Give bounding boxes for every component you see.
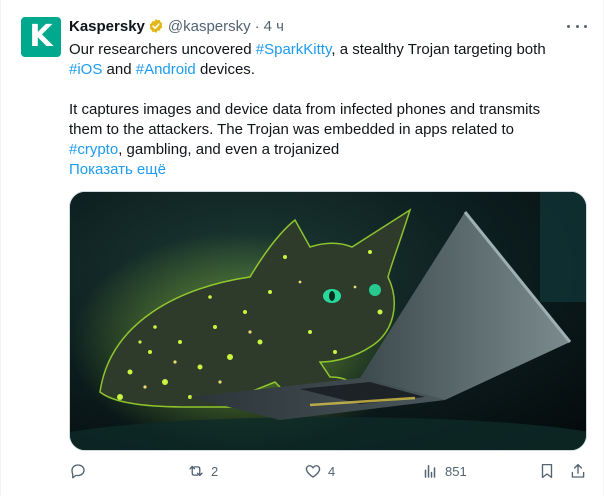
like-count: 4 <box>328 463 336 479</box>
bookmark-button[interactable] <box>538 462 556 480</box>
like-button[interactable]: 4 <box>304 462 335 480</box>
reply-icon <box>71 464 85 479</box>
text-line: them to the attackers. The Trojan was em… <box>69 121 514 138</box>
action-bar: 2 4 851 <box>1 462 604 482</box>
views-button[interactable]: 851 <box>421 462 467 480</box>
hashtag-sparkkitty[interactable]: #SparkKitty <box>256 41 332 58</box>
bookmark-icon <box>541 463 553 479</box>
avatar-letter: K <box>29 18 53 54</box>
text-line: Our researchers uncovered #SparkKitty, a… <box>69 40 589 60</box>
tweet-header: Kaspersky @kaspersky · 4 ч <box>69 15 284 37</box>
hashtag-android[interactable]: #Android <box>136 61 196 78</box>
post-image[interactable] <box>69 191 587 451</box>
hashtag-ios[interactable]: #iOS <box>69 61 102 78</box>
show-more-link[interactable]: Показать ещё <box>69 160 589 180</box>
heart-icon <box>305 465 321 478</box>
glowing-cat-on-laptop-image <box>70 192 586 450</box>
account-handle[interactable]: @kaspersky <box>168 18 251 35</box>
more-options-icon[interactable] <box>567 18 587 34</box>
text-segment: and <box>102 61 136 78</box>
separator-dot: · <box>254 17 260 35</box>
text-line: It captures images and device data from … <box>69 101 541 118</box>
text-segment: , a stealthy Trojan targeting both <box>331 41 546 58</box>
views-count: 851 <box>445 463 467 479</box>
text-segment: Our researchers uncovered <box>69 41 256 58</box>
text-line: #crypto, gambling, and even a trojanized <box>69 140 589 160</box>
text-line: #iOS and #Android devices. <box>69 60 589 80</box>
avatar[interactable]: K <box>21 17 61 57</box>
share-icon <box>571 463 585 478</box>
retweet-count: 2 <box>211 463 219 479</box>
verified-badge-icon <box>149 19 163 33</box>
reply-button[interactable] <box>69 462 93 480</box>
text-segment: , gambling, and even a trojanized <box>118 141 340 158</box>
post-text: Our researchers uncovered #SparkKitty, a… <box>69 40 589 180</box>
account-name[interactable]: Kaspersky <box>69 18 145 35</box>
text-segment: devices. <box>195 61 255 78</box>
tweet-card[interactable]: K Kaspersky @kaspersky · 4 ч Our researc… <box>0 0 604 496</box>
views-chart-icon <box>424 465 436 478</box>
retweet-icon <box>189 465 203 477</box>
retweet-button[interactable]: 2 <box>187 462 218 480</box>
hashtag-crypto[interactable]: #crypto <box>69 141 118 158</box>
share-button[interactable] <box>569 462 587 480</box>
post-time[interactable]: 4 ч <box>264 18 284 35</box>
